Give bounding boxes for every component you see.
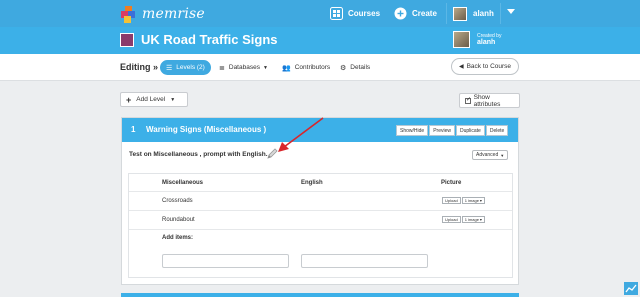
tab-contributors-label: Contributors [294,64,331,71]
image-select[interactable]: 1 image ▾ [461,216,485,223]
level-number: 1 [131,125,136,134]
database-icon: ≣ [219,64,225,72]
people-icon: 👥 [282,64,291,72]
plus-icon: + [126,94,132,105]
upload-button[interactable]: Upload [442,197,461,204]
tab-details-label: Details [350,64,371,71]
caret-down-icon: ▼ [500,152,505,158]
nav-divider [500,3,501,24]
nav-user[interactable]: alanh [453,6,494,21]
column-header: Picture [441,180,462,186]
back-to-course-button[interactable]: ◀ Back to Course [451,58,519,75]
tab-details[interactable]: ⚙ Details [340,60,370,75]
upload-button[interactable]: Upload [442,216,461,223]
course-header: UK Road Traffic Signs Created by alanh [0,27,640,54]
course-thumbnail [120,33,134,47]
list-icon: ☰ [166,64,173,72]
caret-down-icon: ▾ [479,217,482,222]
next-level-header[interactable] [121,293,519,297]
tab-contributors[interactable]: 👥 Contributors [282,60,330,75]
add-level-label: Add Level [136,96,166,103]
creator-name: alanh [477,38,496,46]
test-prompt-text: Test on Miscellaneous , prompt with Engl… [129,151,268,158]
back-to-course-label: Back to Course [466,63,512,70]
column-header: English [301,180,323,186]
table-row[interactable]: Crossroads Upload 1 image ▾ [129,192,512,211]
nav-username: alanh [473,9,494,18]
item-misc: Crossroads [162,198,193,204]
tab-databases[interactable]: ≣ Databases ▼ [219,60,268,75]
editing-toolbar: Editing » ☰ Levels (2) ≣ Databases ▼ 👥 C… [0,54,640,81]
memrise-logo[interactable]: memrise [121,4,205,24]
delete-button[interactable]: Delete [485,125,509,136]
chart-icon[interactable] [624,282,638,295]
column-header: Miscellaneous [162,180,204,186]
top-navbar: memrise Courses Create alanh [0,0,640,27]
preview-button[interactable]: Preview [429,125,455,136]
advanced-label: Advanced [476,152,499,158]
english-input[interactable] [301,254,428,268]
nav-divider [446,3,447,24]
caret-down-icon: ▼ [262,64,268,71]
gear-icon: ⚙ [340,64,347,72]
level-title: Warning Signs (Miscellaneous ) [146,125,267,134]
nav-courses[interactable]: Courses [330,6,380,21]
advanced-dropdown[interactable]: Advanced ▼ [472,150,509,160]
misc-input[interactable] [162,254,289,268]
course-title: UK Road Traffic Signs [141,32,278,47]
item-misc: Roundabout [162,217,195,223]
checkbox-icon: ✓ [465,96,472,104]
nav-courses-label: Courses [348,9,381,18]
editing-label: Editing » [120,62,158,72]
logo-text: memrise [142,6,205,22]
nav-create-label: Create [412,9,437,18]
image-count: 1 image [464,198,479,203]
show-attributes-label: Show attributes [473,93,501,108]
add-items-label: Add items: [162,235,194,241]
table-row[interactable]: Roundabout Upload 1 image ▾ [129,211,512,230]
plus-circle-icon [394,7,407,20]
creator-avatar [453,31,470,48]
show-hide-button[interactable]: Show/Hide [396,125,429,136]
course-creator[interactable]: Created by alanh [453,31,501,48]
logo-cube-icon [121,5,136,23]
tab-databases-label: Databases [228,64,260,71]
show-attributes-toggle[interactable]: ✓ Show attributes [459,93,520,108]
created-by-label: Created by [477,32,502,39]
image-select[interactable]: 1 image ▾ [461,197,485,204]
table-header-row: Miscellaneous English Picture [129,174,512,192]
duplicate-button[interactable]: Duplicate [455,125,485,136]
image-count: 1 image [464,217,479,222]
arrow-left-icon: ◀ [458,64,464,70]
annotation-arrow [278,117,324,152]
caret-down-icon: ▾ [479,198,482,203]
add-items-row: Add items: [129,230,512,277]
items-table: Miscellaneous English Picture Crossroads… [128,173,513,278]
nav-create[interactable]: Create [394,6,437,21]
add-level-button[interactable]: + Add Level ▼ [120,92,188,107]
caret-down-icon: ▼ [170,96,176,103]
chevron-down-icon[interactable] [507,9,515,14]
grid-icon [330,7,343,20]
tab-levels[interactable]: ☰ Levels (2) [160,60,211,75]
tab-levels-label: Levels (2) [176,64,205,71]
user-avatar [453,6,467,21]
